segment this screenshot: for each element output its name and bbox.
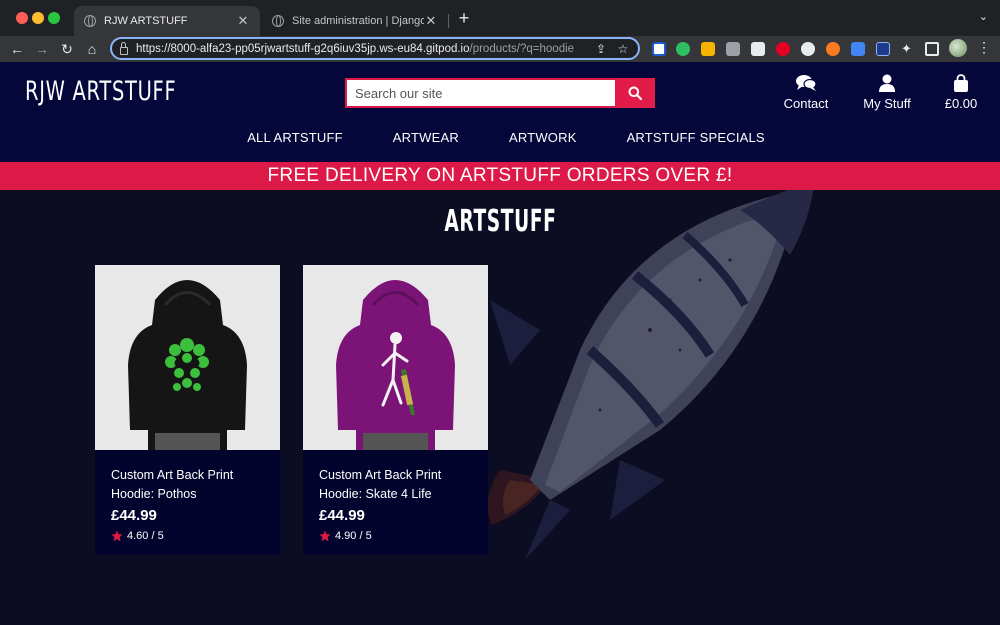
free-delivery-banner: FREE DELIVERY ON ARTSTUFF ORDERS OVER £!: [0, 162, 1000, 190]
main-navigation: ALL ARTSTUFF ARTWEAR ARTWORK ARTSTUFF SP…: [0, 130, 1000, 154]
product-name[interactable]: Custom Art Back Print Hoodie: Pothos: [111, 466, 264, 504]
shopping-bag-link[interactable]: £0.00: [940, 74, 982, 111]
extension-pinterest-icon[interactable]: [776, 42, 790, 56]
globe-icon: [84, 15, 96, 27]
search-icon: [628, 86, 642, 100]
address-url[interactable]: https://8000-alfa23-pp05rjwartstuff-g2q6…: [136, 43, 586, 55]
search-button[interactable]: [615, 78, 655, 108]
shopping-bag-icon: [954, 74, 968, 92]
close-window-button[interactable]: [16, 12, 28, 24]
lock-icon: [120, 41, 128, 55]
home-icon[interactable]: ⌂: [83, 39, 101, 59]
chat-bubbles-icon: [796, 75, 817, 91]
back-arrow-icon[interactable]: ←: [8, 39, 26, 59]
products-page: ARTSTUFF Custom Art Back Print Hoodie: P…: [0, 190, 1000, 625]
rocket-background-illustration: [487, 190, 814, 560]
product-rating: 4.90 / 5: [319, 530, 472, 542]
tab-title: Site administration | Django site admin: [292, 15, 424, 27]
tab-close-icon[interactable]: ✕: [236, 13, 250, 29]
side-panel-icon[interactable]: [925, 42, 939, 56]
page-title: ARTSTUFF: [443, 204, 557, 239]
extension-keep-icon[interactable]: [701, 42, 715, 56]
rating-value: 4.60 / 5: [127, 530, 164, 542]
extension-grey-icon[interactable]: [726, 42, 740, 56]
reload-icon[interactable]: ↻: [58, 39, 76, 59]
account-link[interactable]: My Stuff: [858, 74, 916, 111]
browser-tab-strip: RJW ARTSTUFF ✕ Site administration | Dja…: [0, 0, 1000, 36]
globe-icon: [272, 15, 284, 27]
extension-evernote-icon[interactable]: [676, 42, 690, 56]
tab-close-icon[interactable]: ✕: [424, 13, 438, 29]
contact-label: Contact: [783, 96, 829, 111]
contact-link[interactable]: Contact: [780, 74, 832, 111]
product-rating: 4.60 / 5: [111, 530, 264, 542]
tab-search-chevron-icon[interactable]: ⌄: [979, 10, 988, 23]
browser-toolbar: ← → ↻ ⌂ https://8000-alfa23-pp05rjwartst…: [0, 36, 1000, 62]
address-bar[interactable]: https://8000-alfa23-pp05rjwartstuff-g2q6…: [110, 37, 640, 60]
bookmark-star-icon[interactable]: ☆: [616, 42, 630, 56]
tab-separator: [448, 14, 449, 28]
browser-menu-icon[interactable]: ⋮: [977, 39, 991, 56]
nav-artwear[interactable]: ARTWEAR: [393, 130, 459, 154]
extension-orange-icon[interactable]: [826, 42, 840, 56]
black-hoodie-image: [95, 265, 280, 450]
product-info: Custom Art Back Print Hoodie: Pothos £44…: [95, 450, 280, 542]
extension-docs-icon[interactable]: [851, 42, 865, 56]
tab-title: RJW ARTSTUFF: [104, 15, 188, 27]
account-label: My Stuff: [863, 96, 911, 111]
nav-all-artstuff[interactable]: ALL ARTSTUFF: [247, 130, 343, 154]
minimize-window-button[interactable]: [32, 12, 44, 24]
share-icon[interactable]: ⇪: [594, 42, 608, 56]
maximize-window-button[interactable]: [48, 12, 60, 24]
profile-avatar[interactable]: [949, 39, 967, 57]
browser-tab-active[interactable]: RJW ARTSTUFF ✕: [74, 6, 260, 36]
search-input[interactable]: [345, 78, 615, 108]
extension-checkbox-icon[interactable]: [652, 42, 666, 56]
product-price: £44.99: [319, 507, 365, 524]
extensions-puzzle-icon[interactable]: ✦: [901, 42, 915, 56]
product-price: £44.99: [111, 507, 157, 524]
site-logo[interactable]: RJW ARTSTUFF: [25, 76, 176, 107]
purple-hoodie-image: [303, 265, 488, 450]
search-form: [345, 78, 655, 108]
rating-value: 4.90 / 5: [335, 530, 372, 542]
nav-artstuff-specials[interactable]: ARTSTUFF SPECIALS: [627, 130, 765, 154]
star-icon: [111, 530, 123, 542]
site-viewport: RJW ARTSTUFF Contact: [0, 62, 1000, 625]
extension-page-icon[interactable]: [751, 42, 765, 56]
product-info: Custom Art Back Print Hoodie: Skate 4 Li…: [303, 450, 488, 542]
site-header: RJW ARTSTUFF Contact: [0, 62, 1000, 162]
user-icon: [879, 74, 895, 92]
bag-total: £0.00: [944, 96, 978, 111]
product-image[interactable]: [303, 265, 488, 450]
star-icon: [319, 530, 331, 542]
extension-github-icon[interactable]: [801, 42, 815, 56]
product-image[interactable]: [95, 265, 280, 450]
product-card[interactable]: Custom Art Back Print Hoodie: Skate 4 Li…: [303, 265, 488, 555]
product-name[interactable]: Custom Art Back Print Hoodie: Skate 4 Li…: [319, 466, 472, 504]
new-tab-button[interactable]: +: [456, 9, 472, 27]
browser-tab-inactive[interactable]: Site administration | Django site admin …: [262, 6, 448, 36]
forward-arrow-icon[interactable]: →: [33, 39, 51, 59]
nav-artwork[interactable]: ARTWORK: [509, 130, 577, 154]
product-card[interactable]: Custom Art Back Print Hoodie: Pothos £44…: [95, 265, 280, 555]
extension-cloud-icon[interactable]: [876, 42, 890, 56]
